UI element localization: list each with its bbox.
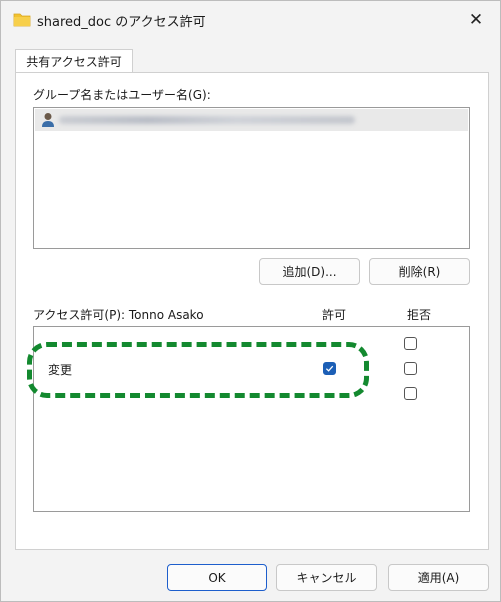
folder-icon xyxy=(13,11,31,27)
apply-button[interactable]: 適用(A) xyxy=(388,564,489,591)
users-list[interactable] xyxy=(33,107,470,249)
user-name-redacted xyxy=(59,116,355,124)
tab-share-permissions[interactable]: 共有アクセス許可 xyxy=(15,49,133,73)
title-bar: shared_doc のアクセス許可 ✕ xyxy=(1,1,500,39)
user-icon xyxy=(41,112,55,128)
close-icon: ✕ xyxy=(468,10,484,30)
remove-button[interactable]: 削除(R) xyxy=(369,258,470,285)
deny-column-header: 拒否 xyxy=(407,308,432,322)
allow-column-header: 許可 xyxy=(322,308,347,322)
permissions-dialog: shared_doc のアクセス許可 ✕ 共有アクセス許可 グループ名またはユー… xyxy=(0,0,501,602)
deny-checkbox-row-3[interactable] xyxy=(404,387,417,400)
list-item[interactable] xyxy=(35,109,468,131)
ok-button[interactable]: OK xyxy=(167,564,267,591)
permissions-label: アクセス許可(P): Tonno Asako xyxy=(33,308,204,322)
close-button[interactable]: ✕ xyxy=(461,7,491,33)
window-title: shared_doc のアクセス許可 xyxy=(37,15,206,30)
cancel-button[interactable]: キャンセル xyxy=(276,564,377,591)
tab-label: 共有アクセス許可 xyxy=(26,55,122,69)
deny-checkbox-row-1[interactable] xyxy=(404,337,417,350)
annotation-highlight xyxy=(27,342,369,398)
users-label: グループ名またはユーザー名(G): xyxy=(33,88,211,102)
add-button[interactable]: 追加(D)... xyxy=(259,258,360,285)
deny-checkbox-change[interactable] xyxy=(404,362,417,375)
